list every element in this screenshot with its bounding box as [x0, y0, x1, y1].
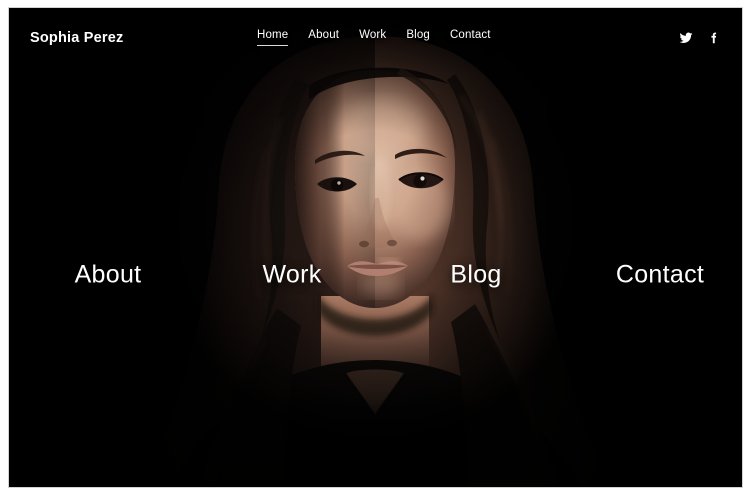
- page-frame: Sophia Perez Home About Work Blog Contac…: [9, 8, 742, 487]
- nav-link-contact[interactable]: Contact: [450, 29, 491, 47]
- nav-link-blog[interactable]: Blog: [406, 29, 430, 47]
- facebook-icon[interactable]: [707, 31, 721, 45]
- hero-link-work[interactable]: Work: [262, 261, 321, 290]
- main-navigation: Home About Work Blog Contact: [257, 29, 491, 47]
- brand-logo[interactable]: Sophia Perez: [30, 30, 123, 46]
- hero-link-blog[interactable]: Blog: [450, 261, 501, 290]
- nav-link-about[interactable]: About: [308, 29, 339, 47]
- nav-link-home[interactable]: Home: [257, 29, 289, 47]
- hero-link-contact[interactable]: Contact: [616, 261, 704, 290]
- site-header: Sophia Perez Home About Work Blog Contac…: [9, 8, 742, 68]
- twitter-icon[interactable]: [679, 31, 693, 45]
- hero-portrait-photo: [9, 8, 742, 487]
- social-links: [679, 31, 721, 45]
- nav-link-work[interactable]: Work: [359, 29, 386, 47]
- hero-link-about[interactable]: About: [75, 261, 142, 290]
